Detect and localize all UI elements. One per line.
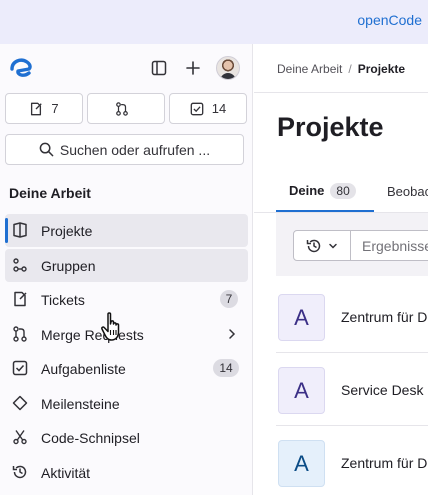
brand-link[interactable]: openCode: [357, 12, 422, 28]
toggle-sidebar-button[interactable]: [149, 58, 169, 78]
breadcrumb-separator: /: [348, 62, 352, 76]
issues-count: 7: [51, 101, 59, 116]
search-button[interactable]: Suchen oder aufrufen ...: [5, 134, 244, 165]
todo-count: 14: [211, 101, 227, 116]
tabs: Deine 80 Beobachtet: [276, 171, 428, 212]
project-name[interactable]: Service Desk: [341, 382, 423, 398]
filter-bar: Ergebnisse filtern: [276, 213, 428, 276]
issues-counter-button[interactable]: 7: [5, 93, 83, 124]
project-avatar: A: [278, 367, 325, 414]
project-avatar: A: [278, 294, 325, 341]
sidebar-item-label: Code-Schnipsel: [41, 430, 140, 446]
group-icon: [13, 257, 27, 272]
search-icon: [39, 142, 54, 157]
project-avatar: A: [278, 440, 325, 487]
breadcrumb-parent[interactable]: Deine Arbeit: [277, 62, 342, 76]
history-icon: [306, 239, 321, 252]
plus-icon: [186, 61, 200, 75]
todo-icon: [190, 102, 204, 115]
sidebar-toggle-icon: [151, 60, 167, 76]
todo-counter-button[interactable]: 14: [169, 93, 247, 124]
project-name[interactable]: Zentrum für Digitale Souveränität: [341, 455, 428, 471]
sidebar-item-aktivitaet[interactable]: Aktivität: [5, 456, 248, 489]
chevron-down-icon: [329, 243, 337, 249]
sidebar-item-label: Projekte: [41, 223, 93, 239]
project-icon: [13, 222, 27, 238]
sidebar-item-aufgabenliste[interactable]: Aufgabenliste 14: [5, 352, 248, 385]
history-dropdown-button[interactable]: [293, 230, 351, 261]
count-badge: 14: [213, 359, 239, 377]
milestone-icon: [12, 395, 28, 410]
sidebar-item-projekte[interactable]: Projekte: [5, 214, 248, 247]
list-item[interactable]: A Service Desk: [276, 353, 428, 426]
sidebar-item-label: Tickets: [41, 292, 85, 308]
list-item[interactable]: A Zentrum für Digitale Souveränität: [276, 280, 428, 353]
filter-input[interactable]: Ergebnisse filtern: [350, 230, 428, 261]
tab-beobachtet[interactable]: Beobachtet: [387, 171, 428, 212]
app-logo-icon[interactable]: [8, 56, 36, 80]
todo-icon: [12, 360, 28, 376]
merge-request-icon: [116, 101, 128, 116]
tab-count-badge: 80: [330, 182, 356, 199]
tab-label: Deine: [289, 183, 325, 198]
snippet-icon: [13, 430, 27, 445]
sidebar: 7 14 Suchen oder aufrufen ... Deine Arbe…: [0, 44, 253, 495]
merge-request-icon: [13, 325, 27, 342]
sidebar-item-label: Meilensteine: [41, 395, 120, 412]
sidebar-item-label: Gruppen: [41, 257, 96, 274]
sidebar-item-code-schnipsel[interactable]: Code-Schnipsel: [5, 421, 248, 454]
sidebar-item-label: Aktivität: [41, 464, 91, 481]
tab-label: Beobachtet: [387, 184, 428, 199]
tab-deine[interactable]: Deine 80: [276, 171, 374, 212]
sidebar-item-label: Aufgabenliste: [41, 361, 126, 377]
sidebar-item-meilensteine[interactable]: Meilensteine: [5, 387, 248, 420]
sidebar-item-label: Merge Requests: [41, 326, 144, 343]
sidebar-nav: Projekte Gruppen Tickets 7 Merge Request…: [0, 214, 253, 490]
sidebar-item-tickets[interactable]: Tickets 7: [5, 283, 248, 316]
breadcrumb-current: Projekte: [357, 62, 406, 76]
history-icon: [12, 465, 27, 478]
sidebar-item-gruppen[interactable]: Gruppen: [5, 248, 248, 282]
project-name[interactable]: Zentrum für Digitale Souveränität: [341, 309, 428, 325]
page-title: Projekte: [277, 112, 384, 142]
create-new-button[interactable]: [183, 58, 203, 78]
issues-icon: [14, 291, 27, 307]
counter-row: 7 14: [5, 93, 247, 124]
list-item[interactable]: A Zentrum für Digitale Souveränität: [276, 426, 428, 495]
chevron-right-icon: [229, 328, 236, 339]
divider: [254, 92, 428, 93]
count-badge: 7: [220, 290, 238, 308]
breadcrumb: Deine Arbeit / Projekte: [277, 62, 405, 76]
hand-cursor-icon: [101, 312, 120, 341]
section-title: Deine Arbeit: [9, 185, 91, 201]
user-avatar[interactable]: [216, 56, 240, 80]
search-label: Suchen oder aufrufen ...: [59, 141, 211, 158]
sidebar-item-merge-requests[interactable]: Merge Requests: [5, 318, 248, 351]
issues-icon: [31, 102, 43, 115]
main-content: Deine Arbeit / Projekte Projekte Deine 80 …: [254, 44, 428, 495]
top-banner: openCode: [0, 0, 428, 44]
merge-requests-counter-button[interactable]: [87, 93, 165, 124]
